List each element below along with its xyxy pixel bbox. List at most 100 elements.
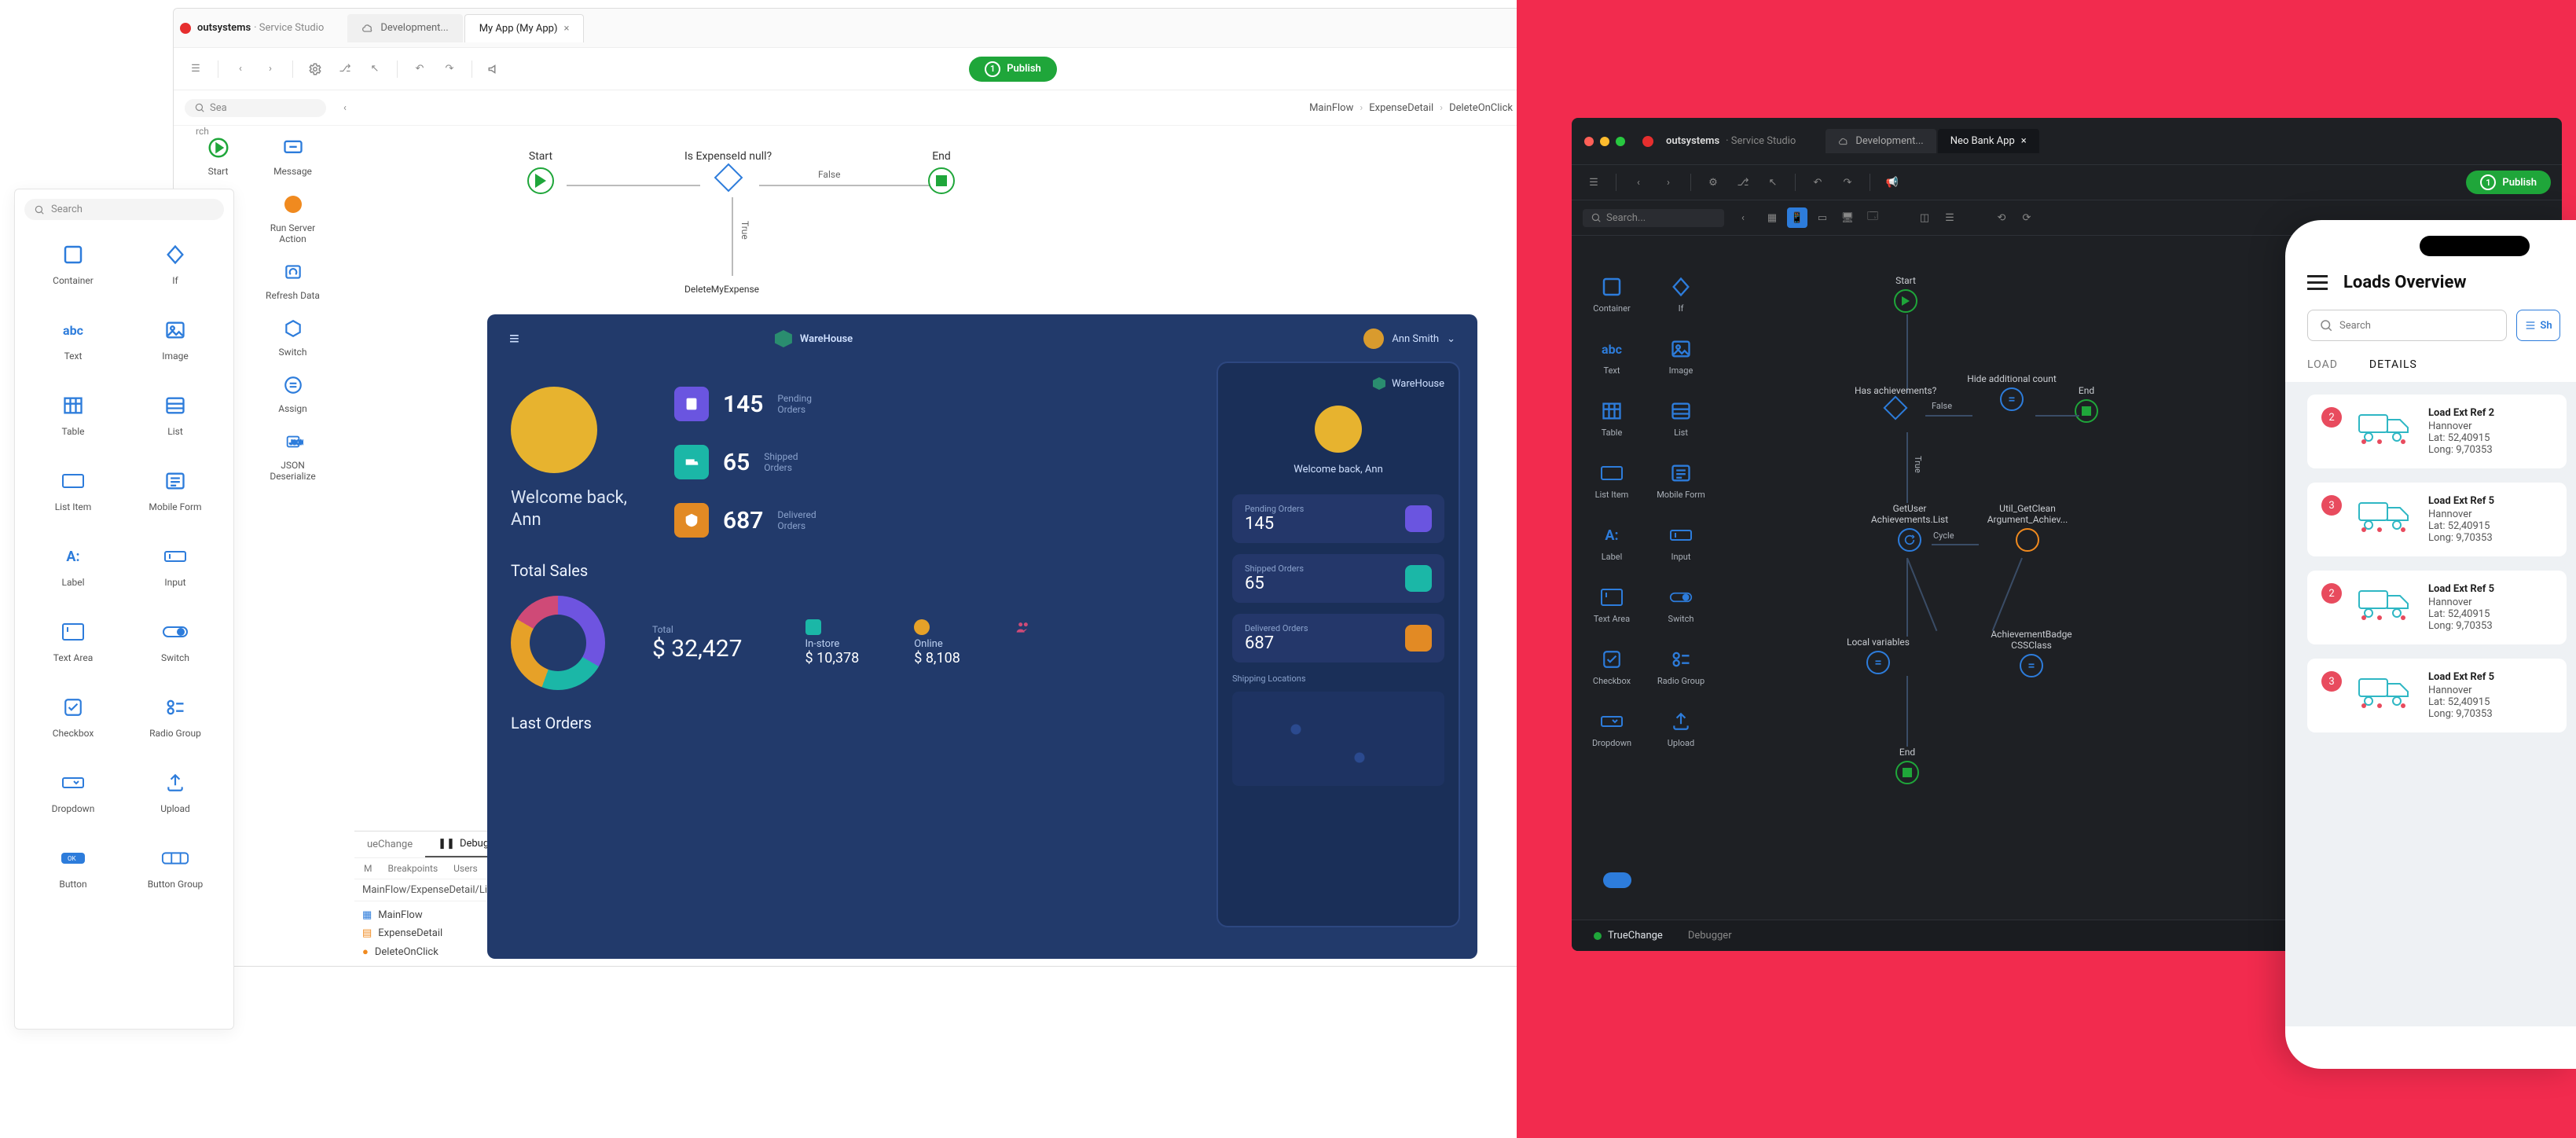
redo-icon[interactable]: ↷ <box>1837 171 1859 193</box>
collapse-left-icon[interactable]: ‹ <box>334 97 356 119</box>
mac-zoom-icon[interactable] <box>1616 137 1625 146</box>
load-card[interactable]: 2Load Ext Ref 2HannoverLat: 52,40915Long… <box>2307 395 2567 468</box>
mode-desktop-icon[interactable]: 🖥 <box>1837 207 1858 228</box>
debug-sub-users[interactable]: Users <box>453 863 478 874</box>
palette-item-container[interactable]: Container <box>1580 275 1644 314</box>
tab-neo-bank-app[interactable]: Neo Bank App × <box>1938 129 2039 153</box>
palette-item-checkbox[interactable]: Checkbox <box>1580 648 1644 686</box>
palette-item-radio-group[interactable]: Radio Group <box>128 693 222 739</box>
palette-search-input[interactable]: Search <box>24 199 224 220</box>
load-card[interactable]: 2Load Ext Ref 5HannoverLat: 52,40915Long… <box>2307 571 2567 644</box>
widget-switch[interactable]: Switch <box>259 315 326 358</box>
palette-item-table[interactable]: Table <box>1580 399 1644 438</box>
widget-assign[interactable]: Assign <box>259 372 326 414</box>
hamburger-icon[interactable] <box>2307 275 2328 290</box>
palette-item-button[interactable]: OKButton <box>26 844 120 890</box>
hamburger-icon[interactable]: ≡ <box>509 329 519 349</box>
widget-message[interactable]: Message <box>259 134 326 177</box>
palette-item-text-area[interactable]: Text Area <box>26 618 120 663</box>
palette-item-switch[interactable]: Switch <box>128 618 222 663</box>
phone-tab-details[interactable]: DETAILS <box>2369 358 2417 371</box>
dark-search-input[interactable]: Search... <box>1583 209 1724 227</box>
palette-item-mobile-form[interactable]: Mobile Form <box>128 467 222 512</box>
palette-item-container[interactable]: Container <box>26 240 120 286</box>
tab-debugger[interactable]: Debugger <box>1677 925 1743 946</box>
flow-node-condition[interactable]: Is ExpenseId null? <box>684 150 772 188</box>
widget-start[interactable]: Start <box>185 134 251 177</box>
phone-sh-button[interactable]: Sh <box>2516 310 2560 341</box>
mode-a-icon[interactable]: ⟲ <box>1991 207 2012 228</box>
mobile-card-delivered[interactable]: Delivered Orders687 <box>1232 614 1444 663</box>
palette-item-input[interactable]: Input <box>1649 523 1713 562</box>
phone-search-input[interactable]: Search <box>2307 310 2507 341</box>
widget-json-deserialize[interactable]: JSON JSON Deserialize <box>259 428 326 482</box>
flow-node-start[interactable]: Start <box>1894 275 1917 313</box>
palette-item-image[interactable]: Image <box>128 316 222 362</box>
mode-layout-icon[interactable]: ◫ <box>1914 207 1935 228</box>
flow-node-localvars[interactable]: Local variables <box>1847 637 1910 674</box>
palette-item-radio-group[interactable]: Radio Group <box>1649 648 1713 686</box>
palette-item-list-item[interactable]: List Item <box>26 467 120 512</box>
menu-icon[interactable]: ☰ <box>185 58 207 80</box>
flow-node-end-bottom[interactable]: End <box>1895 747 1919 784</box>
ok-pill-icon[interactable] <box>1603 872 1631 888</box>
load-card[interactable]: 3Load Ext Ref 5HannoverLat: 52,40915Long… <box>2307 483 2567 556</box>
palette-item-text[interactable]: abcText <box>1580 337 1644 376</box>
palette-item-mobile-form[interactable]: Mobile Form <box>1649 461 1713 500</box>
flow-node-end-top[interactable]: End <box>2075 385 2098 423</box>
tab-truechange[interactable]: TrueChange <box>1583 925 1674 946</box>
nav-forward-icon[interactable]: › <box>259 58 281 80</box>
mobile-card-pending[interactable]: Pending Orders145 <box>1232 494 1444 543</box>
mac-minimize-icon[interactable] <box>1600 137 1609 146</box>
breadcrumb-item[interactable]: ExpenseDetail <box>1369 102 1433 114</box>
tab-development[interactable]: Development... <box>1826 129 1936 153</box>
flow-node-condition[interactable]: Has achievements? <box>1855 385 1936 417</box>
debug-sub-breakpoints[interactable]: Breakpoints <box>387 863 438 874</box>
nav-back-icon[interactable]: ‹ <box>1627 171 1649 193</box>
announce-icon[interactable]: 📢 <box>1881 171 1903 193</box>
mode-list-icon[interactable]: ☰ <box>1939 207 1960 228</box>
phone-tab-load[interactable]: LOAD <box>2307 358 2338 371</box>
breadcrumb-item[interactable]: MainFlow <box>1309 102 1353 114</box>
mode-tablet-icon[interactable]: ▭ <box>1812 207 1833 228</box>
palette-item-checkbox[interactable]: Checkbox <box>26 693 120 739</box>
palette-item-button-group[interactable]: Button Group <box>128 844 222 890</box>
undo-icon[interactable]: ↶ <box>1807 171 1829 193</box>
palette-item-dropdown[interactable]: Dropdown <box>1580 710 1644 748</box>
palette-item-if[interactable]: If <box>128 240 222 286</box>
cursor-icon[interactable]: ↖ <box>364 58 386 80</box>
close-icon[interactable]: × <box>2021 135 2027 147</box>
mac-close-icon[interactable] <box>1584 137 1594 146</box>
palette-item-dropdown[interactable]: Dropdown <box>26 769 120 814</box>
close-icon[interactable]: × <box>564 23 570 35</box>
palette-item-input[interactable]: Input <box>128 542 222 588</box>
flow-node-end[interactable]: End <box>928 150 955 194</box>
undo-icon[interactable]: ↶ <box>409 58 431 80</box>
flow-node-hide[interactable]: Hide additional count <box>1965 373 2059 411</box>
palette-item-if[interactable]: If <box>1649 275 1713 314</box>
tab-myapp[interactable]: My App (My App) × <box>464 14 585 42</box>
breadcrumb-item[interactable]: DeleteOnClick <box>1449 102 1513 114</box>
publish-button[interactable]: 1 Publish <box>969 57 1057 82</box>
palette-item-upload[interactable]: Upload <box>1649 710 1713 748</box>
nav-back-icon[interactable]: ‹ <box>229 58 251 80</box>
nav-forward-icon[interactable]: › <box>1657 171 1679 193</box>
collapse-left-icon[interactable]: ‹ <box>1732 207 1754 229</box>
cursor-icon[interactable]: ↖ <box>1762 171 1784 193</box>
mode-browser-icon[interactable]: 🗔 <box>1862 207 1883 228</box>
palette-item-text-area[interactable]: Text Area <box>1580 586 1644 624</box>
palette-item-label[interactable]: A:Label <box>1580 523 1644 562</box>
branch-icon[interactable]: ⎇ <box>334 58 356 80</box>
palette-item-switch[interactable]: Switch <box>1649 586 1713 624</box>
gear-icon[interactable]: ⚙ <box>1702 171 1724 193</box>
publish-button[interactable]: 1 Publish <box>2466 171 2551 194</box>
mode-phone-icon[interactable]: 📱 <box>1787 207 1807 228</box>
flow-node-start[interactable]: Start <box>527 150 554 194</box>
tab-truechange[interactable]: ueChange <box>354 831 425 857</box>
palette-item-upload[interactable]: Upload <box>128 769 222 814</box>
palette-item-label[interactable]: A:Label <box>26 542 120 588</box>
palette-item-text[interactable]: abcText <box>26 316 120 362</box>
flow-node-util[interactable]: Util_GetClean Argument_Achiev... <box>1972 503 2082 552</box>
widget-run-server-action[interactable]: Run Server Action <box>259 191 326 244</box>
dashboard-user-menu[interactable]: Ann Smith ⌄ <box>1363 329 1455 349</box>
